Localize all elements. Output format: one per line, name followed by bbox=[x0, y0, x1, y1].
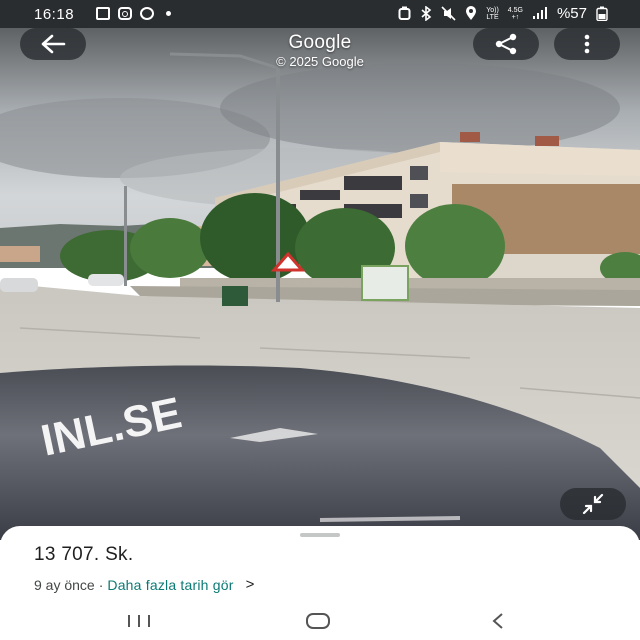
place-name: 13 707. Sk. bbox=[34, 544, 134, 565]
collapse-icon bbox=[582, 493, 604, 515]
more-options-button[interactable] bbox=[554, 28, 620, 60]
status-time: 16:18 bbox=[34, 6, 75, 23]
network-type-bottom: +↑ bbox=[511, 13, 520, 21]
recents-icon bbox=[128, 615, 150, 627]
chevron-right-icon[interactable]: > bbox=[246, 576, 255, 593]
navigation-bar bbox=[0, 604, 640, 640]
network-label-bottom: LTE bbox=[486, 13, 499, 21]
battery-percent: %57 bbox=[556, 5, 587, 22]
mute-icon bbox=[441, 6, 456, 21]
notification-dot-icon bbox=[166, 11, 171, 16]
signal-icon bbox=[532, 7, 547, 19]
share-icon bbox=[495, 33, 517, 55]
collapse-button[interactable] bbox=[560, 488, 626, 520]
battery-icon bbox=[596, 6, 608, 21]
instagram-icon bbox=[118, 7, 132, 20]
network-type-top: 4.5G bbox=[507, 6, 523, 14]
system-icons: Yo)) LTE 4.5G +↑ %57 bbox=[398, 5, 608, 22]
drag-handle[interactable] bbox=[300, 533, 340, 537]
date-line: 9 ay önce · Daha fazla tarih gör > bbox=[34, 576, 254, 593]
street-view-title: Google bbox=[288, 32, 352, 53]
home-button[interactable] bbox=[298, 608, 338, 634]
recents-button[interactable] bbox=[119, 608, 159, 634]
network-type: 4.5G +↑ bbox=[508, 7, 523, 21]
notification-icons bbox=[96, 7, 171, 20]
more-vertical-icon bbox=[584, 34, 590, 54]
alarm-icon bbox=[398, 6, 411, 20]
back-nav-button[interactable] bbox=[478, 608, 518, 634]
home-icon bbox=[306, 613, 330, 629]
network-label: Yo)) LTE bbox=[486, 7, 499, 21]
status-bar: 16:18 Yo)) LTE 4.5G +↑ %57 bbox=[0, 0, 640, 28]
separator: · bbox=[98, 576, 104, 593]
network-label-top: Yo)) bbox=[486, 6, 499, 14]
capture-date: 9 ay önce bbox=[34, 576, 95, 593]
location-icon bbox=[466, 6, 477, 20]
whatsapp-icon bbox=[140, 7, 154, 20]
share-button[interactable] bbox=[473, 28, 539, 60]
bluetooth-icon bbox=[421, 6, 432, 21]
see-more-dates-link[interactable]: Daha fazla tarih gör bbox=[107, 577, 233, 593]
street-view-panorama[interactable]: INL.SE Google © 2025 Google bbox=[0, 28, 640, 540]
back-icon bbox=[492, 613, 503, 629]
copyright-text: © 2025 Google bbox=[276, 54, 364, 69]
street-view-image[interactable]: INL.SE bbox=[0, 28, 640, 540]
gallery-icon bbox=[96, 7, 110, 20]
